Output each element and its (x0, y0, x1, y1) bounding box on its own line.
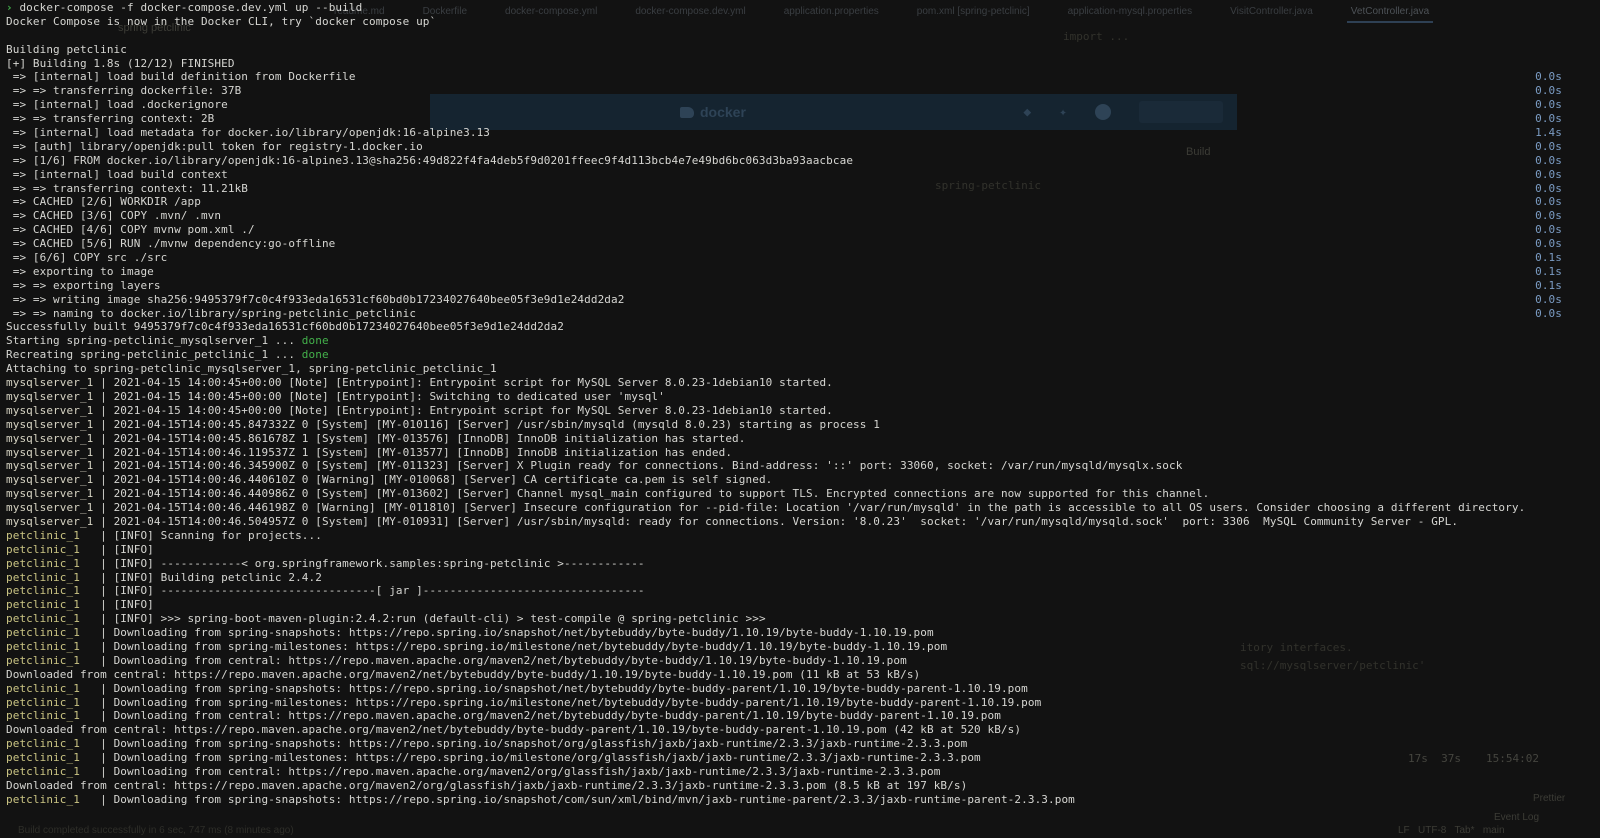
terminal-line: => exporting to image0.1s (6, 265, 1600, 279)
terminal-line: petclinic_1 | [INFO] (6, 598, 1600, 612)
terminal-line: Downloaded from central: https://repo.ma… (6, 779, 1600, 793)
step-duration: 0.0s (1535, 195, 1562, 209)
terminal-line: petclinic_1 | [INFO] ------------< org.s… (6, 557, 1600, 571)
terminal-line (6, 29, 1600, 43)
terminal-line: mysqlserver_1 | 2021-04-15 14:00:45+00:0… (6, 376, 1600, 390)
terminal-line: petclinic_1 | [INFO] Building petclinic … (6, 571, 1600, 585)
terminal-line: petclinic_1 | [INFO] -------------------… (6, 584, 1600, 598)
terminal-line: mysqlserver_1 | 2021-04-15T14:00:46.3459… (6, 459, 1600, 473)
screen: { "terminal": { "prompt_symbol": "›", "d… (0, 0, 1600, 838)
terminal-line: => [auth] library/openjdk:pull token for… (6, 140, 1600, 154)
terminal-line: › docker-compose -f docker-compose.dev.y… (6, 1, 1600, 15)
terminal-line: => CACHED [2/6] WORKDIR /app0.0s (6, 195, 1600, 209)
terminal-line: mysqlserver_1 | 2021-04-15 14:00:45+00:0… (6, 404, 1600, 418)
terminal-line: petclinic_1 | Downloading from spring-mi… (6, 640, 1600, 654)
step-duration: 0.1s (1535, 251, 1562, 265)
terminal-line: Downloaded from central: https://repo.ma… (6, 723, 1600, 737)
terminal-line: mysqlserver_1 | 2021-04-15T14:00:45.8616… (6, 432, 1600, 446)
step-duration: 0.0s (1535, 293, 1562, 307)
terminal-line: Attaching to spring-petclinic_mysqlserve… (6, 362, 1600, 376)
step-duration: 0.0s (1535, 223, 1562, 237)
terminal-line: => CACHED [3/6] COPY .mvn/ .mvn0.0s (6, 209, 1600, 223)
terminal-line: petclinic_1 | [INFO] >>> spring-boot-mav… (6, 612, 1600, 626)
terminal-line: => [internal] load .dockerignore0.0s (6, 98, 1600, 112)
terminal-line: mysqlserver_1 | 2021-04-15T14:00:45.8473… (6, 418, 1600, 432)
terminal-line: mysqlserver_1 | 2021-04-15T14:00:46.5049… (6, 515, 1600, 529)
step-duration: 0.0s (1535, 70, 1562, 84)
step-duration: 1.4s (1535, 126, 1562, 140)
terminal-line: Starting spring-petclinic_mysqlserver_1 … (6, 334, 1600, 348)
terminal-line: Downloaded from central: https://repo.ma… (6, 668, 1600, 682)
step-duration: 0.0s (1535, 140, 1562, 154)
terminal-line: petclinic_1 | Downloading from central: … (6, 654, 1600, 668)
terminal-line: mysqlserver_1 | 2021-04-15T14:00:46.4406… (6, 473, 1600, 487)
terminal-line: petclinic_1 | Downloading from central: … (6, 709, 1600, 723)
terminal-line: petclinic_1 | Downloading from central: … (6, 765, 1600, 779)
step-duration: 0.1s (1535, 265, 1562, 279)
step-duration: 0.0s (1535, 98, 1562, 112)
terminal-line: => CACHED [4/6] COPY mvnw pom.xml ./0.0s (6, 223, 1600, 237)
step-duration: 0.0s (1535, 209, 1562, 223)
terminal-line: Docker Compose is now in the Docker CLI,… (6, 15, 1600, 29)
terminal-line: => => exporting layers0.1s (6, 279, 1600, 293)
terminal-line: => => transferring context: 11.21kB0.0s (6, 182, 1600, 196)
step-duration: 0.0s (1535, 154, 1562, 168)
terminal-line: => CACHED [5/6] RUN ./mvnw dependency:go… (6, 237, 1600, 251)
terminal-line: => => writing image sha256:9495379f7c0c4… (6, 293, 1600, 307)
step-duration: 0.0s (1535, 112, 1562, 126)
terminal-line: Recreating spring-petclinic_petclinic_1 … (6, 348, 1600, 362)
terminal-line: Building petclinic (6, 43, 1600, 57)
terminal-line: petclinic_1 | Downloading from spring-sn… (6, 737, 1600, 751)
terminal-line: mysqlserver_1 | 2021-04-15T14:00:46.4461… (6, 501, 1600, 515)
step-duration: 0.1s (1535, 279, 1562, 293)
terminal-line: petclinic_1 | [INFO] (6, 543, 1600, 557)
terminal-line: petclinic_1 | Downloading from spring-mi… (6, 696, 1600, 710)
terminal-line: => => naming to docker.io/library/spring… (6, 307, 1600, 321)
terminal-line: => => transferring context: 2B0.0s (6, 112, 1600, 126)
terminal-line: => [internal] load build definition from… (6, 70, 1600, 84)
terminal-line: => [6/6] COPY src ./src0.1s (6, 251, 1600, 265)
terminal-line: petclinic_1 | Downloading from spring-sn… (6, 793, 1600, 807)
terminal-line: [+] Building 1.8s (12/12) FINISHED (6, 57, 1600, 71)
step-duration: 0.0s (1535, 307, 1562, 321)
terminal-line: mysqlserver_1 | 2021-04-15T14:00:46.1195… (6, 446, 1600, 460)
step-duration: 0.0s (1535, 237, 1562, 251)
step-duration: 0.0s (1535, 182, 1562, 196)
terminal-line: mysqlserver_1 | 2021-04-15T14:00:46.4409… (6, 487, 1600, 501)
terminal-line: petclinic_1 | [INFO] Scanning for projec… (6, 529, 1600, 543)
terminal-line: Successfully built 9495379f7c0c4f933eda1… (6, 320, 1600, 334)
terminal-output[interactable]: › docker-compose -f docker-compose.dev.y… (0, 0, 1600, 838)
prompt-icon: › (6, 1, 19, 14)
terminal-line: mysqlserver_1 | 2021-04-15 14:00:45+00:0… (6, 390, 1600, 404)
terminal-line: => [internal] load build context0.0s (6, 168, 1600, 182)
terminal-line: petclinic_1 | Downloading from spring-sn… (6, 682, 1600, 696)
step-duration: 0.0s (1535, 84, 1562, 98)
terminal-line: => [1/6] FROM docker.io/library/openjdk:… (6, 154, 1600, 168)
terminal-line: => => transferring dockerfile: 37B0.0s (6, 84, 1600, 98)
terminal-line: petclinic_1 | Downloading from spring-sn… (6, 626, 1600, 640)
terminal-line: petclinic_1 | Downloading from spring-mi… (6, 751, 1600, 765)
step-duration: 0.0s (1535, 168, 1562, 182)
terminal-line: => [internal] load metadata for docker.i… (6, 126, 1600, 140)
